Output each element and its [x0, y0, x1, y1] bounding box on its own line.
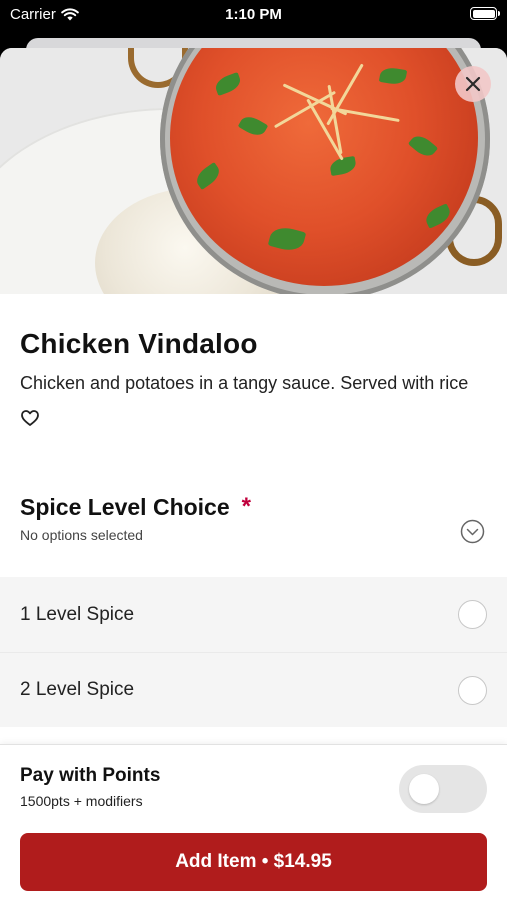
points-toggle[interactable]	[399, 765, 487, 813]
toggle-knob	[409, 774, 439, 804]
close-icon	[465, 76, 481, 92]
item-info: Chicken Vindaloo Chicken and potatoes in…	[0, 328, 507, 577]
item-description: Chicken and potatoes in a tangy sauce. S…	[20, 373, 469, 393]
option-label: 2 Level Spice	[20, 679, 135, 700]
points-title: Pay with Points	[20, 765, 161, 786]
modifier-option[interactable]: 1 Level Spice	[0, 577, 507, 652]
modifier-group-header[interactable]: Spice Level Choice * No options selected	[20, 493, 487, 577]
modifier-options-list: 1 Level Spice 2 Level Spice	[0, 577, 507, 727]
chevron-down-circle-icon[interactable]	[460, 519, 485, 544]
modifier-group-title-row: Spice Level Choice *	[20, 493, 487, 521]
option-radio[interactable]	[458, 600, 487, 629]
bottom-action-panel: Pay with Points 1500pts + modifiers Add …	[0, 744, 507, 900]
modifier-group-status: No options selected	[20, 527, 143, 543]
option-radio[interactable]	[458, 675, 487, 705]
modifier-option[interactable]: 2 Level Spice	[0, 652, 507, 727]
item-photo	[0, 48, 507, 294]
required-indicator: *	[241, 493, 251, 520]
points-subtitle: 1500pts + modifiers	[20, 793, 143, 809]
add-item-button[interactable]: Add Item • $14.95	[20, 833, 487, 891]
modifier-group-title: Spice Level Choice	[20, 493, 230, 520]
item-title: Chicken Vindaloo	[20, 328, 258, 359]
status-bar: Carrier 1:10 PM	[0, 0, 507, 30]
close-button[interactable]	[455, 66, 491, 102]
battery-icon	[470, 7, 500, 20]
item-detail-sheet: Chicken Vindaloo Chicken and potatoes in…	[0, 48, 507, 900]
status-time: 1:10 PM	[225, 6, 282, 23]
heart-icon[interactable]	[20, 408, 40, 428]
option-label: 1 Level Spice	[20, 603, 135, 625]
